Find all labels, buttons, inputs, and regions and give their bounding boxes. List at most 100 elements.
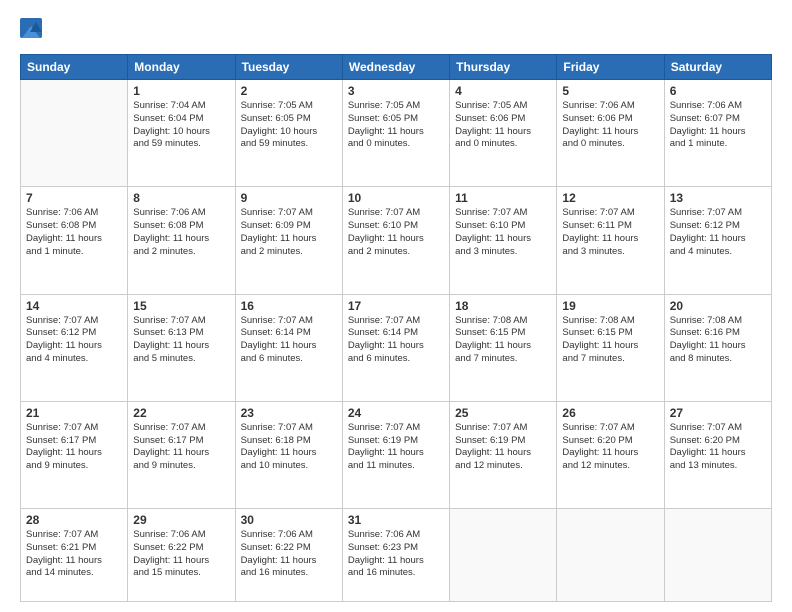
day-number: 4 [455,84,551,98]
calendar-cell [450,509,557,602]
day-number: 21 [26,406,122,420]
weekday-header: Wednesday [342,55,449,80]
calendar-table: SundayMondayTuesdayWednesdayThursdayFrid… [20,54,772,602]
day-info: Sunrise: 7:06 AM Sunset: 6:08 PM Dayligh… [133,207,229,258]
calendar-cell: 3Sunrise: 7:05 AM Sunset: 6:05 PM Daylig… [342,80,449,187]
day-number: 24 [348,406,444,420]
day-number: 27 [670,406,766,420]
day-info: Sunrise: 7:07 AM Sunset: 6:17 PM Dayligh… [133,422,229,473]
calendar-cell: 31 Sunrise: 7:06 AM Sunset: 6:23 PM Dayli… [342,509,449,602]
weekday-header: Thursday [450,55,557,80]
calendar-cell: 16 Sunrise: 7:07 AM Sunset: 6:14 PM Dayli… [235,294,342,401]
day-number: 22 [133,406,229,420]
calendar-cell: 15Sunrise: 7:07 AM Sunset: 6:13 PM Dayli… [128,294,235,401]
calendar-cell: 1 Sunrise: 7:04 AM Sunset: 6:04 PM Daylig… [128,80,235,187]
day-info: Sunrise: 7:07 AM Sunset: 6:19 PM Dayligh… [348,422,444,473]
day-number: 16 [241,299,337,313]
calendar-week-row: 21 Sunrise: 7:07 AM Sunset: 6:17 PM Dayli… [21,401,772,508]
calendar-cell: 26Sunrise: 7:07 AM Sunset: 6:20 PM Dayli… [557,401,664,508]
day-info: Sunrise: 7:06 AM Sunset: 6:22 PM Dayligh… [241,529,337,580]
day-info: Sunrise: 7:06 AM Sunset: 6:23 PM Dayligh… [348,529,444,580]
day-number: 19 [562,299,658,313]
calendar-cell: 25 Sunrise: 7:07 AM Sunset: 6:19 PM Dayli… [450,401,557,508]
calendar-cell: 8 Sunrise: 7:06 AM Sunset: 6:08 PM Daylig… [128,187,235,294]
calendar-cell [664,509,771,602]
day-number: 12 [562,191,658,205]
calendar-cell: 27 Sunrise: 7:07 AM Sunset: 6:20 PM Dayli… [664,401,771,508]
calendar-cell: 29Sunrise: 7:06 AM Sunset: 6:22 PM Dayli… [128,509,235,602]
day-info: Sunrise: 7:07 AM Sunset: 6:20 PM Dayligh… [670,422,766,473]
calendar-cell: 5 Sunrise: 7:06 AM Sunset: 6:06 PM Daylig… [557,80,664,187]
day-info: Sunrise: 7:04 AM Sunset: 6:04 PM Dayligh… [133,100,229,151]
calendar-cell: 22 Sunrise: 7:07 AM Sunset: 6:17 PM Dayli… [128,401,235,508]
day-number: 23 [241,406,337,420]
page: SundayMondayTuesdayWednesdayThursdayFrid… [0,0,792,612]
day-number: 1 [133,84,229,98]
day-info: Sunrise: 7:07 AM Sunset: 6:17 PM Dayligh… [26,422,122,473]
day-number: 2 [241,84,337,98]
day-info: Sunrise: 7:07 AM Sunset: 6:18 PM Dayligh… [241,422,337,473]
day-number: 11 [455,191,551,205]
calendar-cell: 10 Sunrise: 7:07 AM Sunset: 6:10 PM Dayli… [342,187,449,294]
calendar-cell: 4 Sunrise: 7:05 AM Sunset: 6:06 PM Daylig… [450,80,557,187]
day-info: Sunrise: 7:05 AM Sunset: 6:06 PM Dayligh… [455,100,551,151]
day-info: Sunrise: 7:06 AM Sunset: 6:08 PM Dayligh… [26,207,122,258]
calendar-cell: 11 Sunrise: 7:07 AM Sunset: 6:10 PM Dayli… [450,187,557,294]
calendar-cell: 17Sunrise: 7:07 AM Sunset: 6:14 PM Dayli… [342,294,449,401]
calendar-cell: 19 Sunrise: 7:08 AM Sunset: 6:15 PM Dayli… [557,294,664,401]
logo-icon [20,18,42,44]
day-number: 28 [26,513,122,527]
day-info: Sunrise: 7:07 AM Sunset: 6:14 PM Dayligh… [241,315,337,366]
weekday-header: Tuesday [235,55,342,80]
day-info: Sunrise: 7:08 AM Sunset: 6:15 PM Dayligh… [562,315,658,366]
calendar-week-row: 14Sunrise: 7:07 AM Sunset: 6:12 PM Dayli… [21,294,772,401]
calendar-week-row: 28 Sunrise: 7:07 AM Sunset: 6:21 PM Dayli… [21,509,772,602]
calendar-cell: 30 Sunrise: 7:06 AM Sunset: 6:22 PM Dayli… [235,509,342,602]
day-number: 7 [26,191,122,205]
day-info: Sunrise: 7:07 AM Sunset: 6:11 PM Dayligh… [562,207,658,258]
day-info: Sunrise: 7:05 AM Sunset: 6:05 PM Dayligh… [241,100,337,151]
day-info: Sunrise: 7:07 AM Sunset: 6:10 PM Dayligh… [348,207,444,258]
day-number: 9 [241,191,337,205]
calendar-cell: 7 Sunrise: 7:06 AM Sunset: 6:08 PM Daylig… [21,187,128,294]
day-info: Sunrise: 7:08 AM Sunset: 6:16 PM Dayligh… [670,315,766,366]
day-number: 20 [670,299,766,313]
calendar-cell: 6 Sunrise: 7:06 AM Sunset: 6:07 PM Daylig… [664,80,771,187]
day-info: Sunrise: 7:06 AM Sunset: 6:07 PM Dayligh… [670,100,766,151]
day-number: 18 [455,299,551,313]
day-info: Sunrise: 7:06 AM Sunset: 6:22 PM Dayligh… [133,529,229,580]
day-info: Sunrise: 7:07 AM Sunset: 6:21 PM Dayligh… [26,529,122,580]
day-info: Sunrise: 7:07 AM Sunset: 6:09 PM Dayligh… [241,207,337,258]
day-number: 5 [562,84,658,98]
header [20,18,772,44]
day-info: Sunrise: 7:06 AM Sunset: 6:06 PM Dayligh… [562,100,658,151]
calendar-cell: 13Sunrise: 7:07 AM Sunset: 6:12 PM Dayli… [664,187,771,294]
day-info: Sunrise: 7:07 AM Sunset: 6:10 PM Dayligh… [455,207,551,258]
day-number: 30 [241,513,337,527]
calendar-cell: 20 Sunrise: 7:08 AM Sunset: 6:16 PM Dayli… [664,294,771,401]
weekday-header: Monday [128,55,235,80]
calendar-week-row: 1 Sunrise: 7:04 AM Sunset: 6:04 PM Daylig… [21,80,772,187]
day-number: 25 [455,406,551,420]
calendar-cell: 2 Sunrise: 7:05 AM Sunset: 6:05 PM Daylig… [235,80,342,187]
day-number: 8 [133,191,229,205]
calendar-cell: 12 Sunrise: 7:07 AM Sunset: 6:11 PM Dayli… [557,187,664,294]
calendar-cell: 21 Sunrise: 7:07 AM Sunset: 6:17 PM Dayli… [21,401,128,508]
calendar-cell [21,80,128,187]
day-info: Sunrise: 7:07 AM Sunset: 6:19 PM Dayligh… [455,422,551,473]
calendar-header-row: SundayMondayTuesdayWednesdayThursdayFrid… [21,55,772,80]
day-number: 26 [562,406,658,420]
calendar-cell [557,509,664,602]
day-info: Sunrise: 7:05 AM Sunset: 6:05 PM Dayligh… [348,100,444,151]
calendar-week-row: 7 Sunrise: 7:06 AM Sunset: 6:08 PM Daylig… [21,187,772,294]
day-number: 14 [26,299,122,313]
weekday-header: Saturday [664,55,771,80]
calendar-cell: 18Sunrise: 7:08 AM Sunset: 6:15 PM Dayli… [450,294,557,401]
calendar-cell: 14Sunrise: 7:07 AM Sunset: 6:12 PM Dayli… [21,294,128,401]
day-number: 6 [670,84,766,98]
day-info: Sunrise: 7:07 AM Sunset: 6:14 PM Dayligh… [348,315,444,366]
logo [20,18,45,44]
day-number: 10 [348,191,444,205]
day-number: 15 [133,299,229,313]
day-number: 31 [348,513,444,527]
